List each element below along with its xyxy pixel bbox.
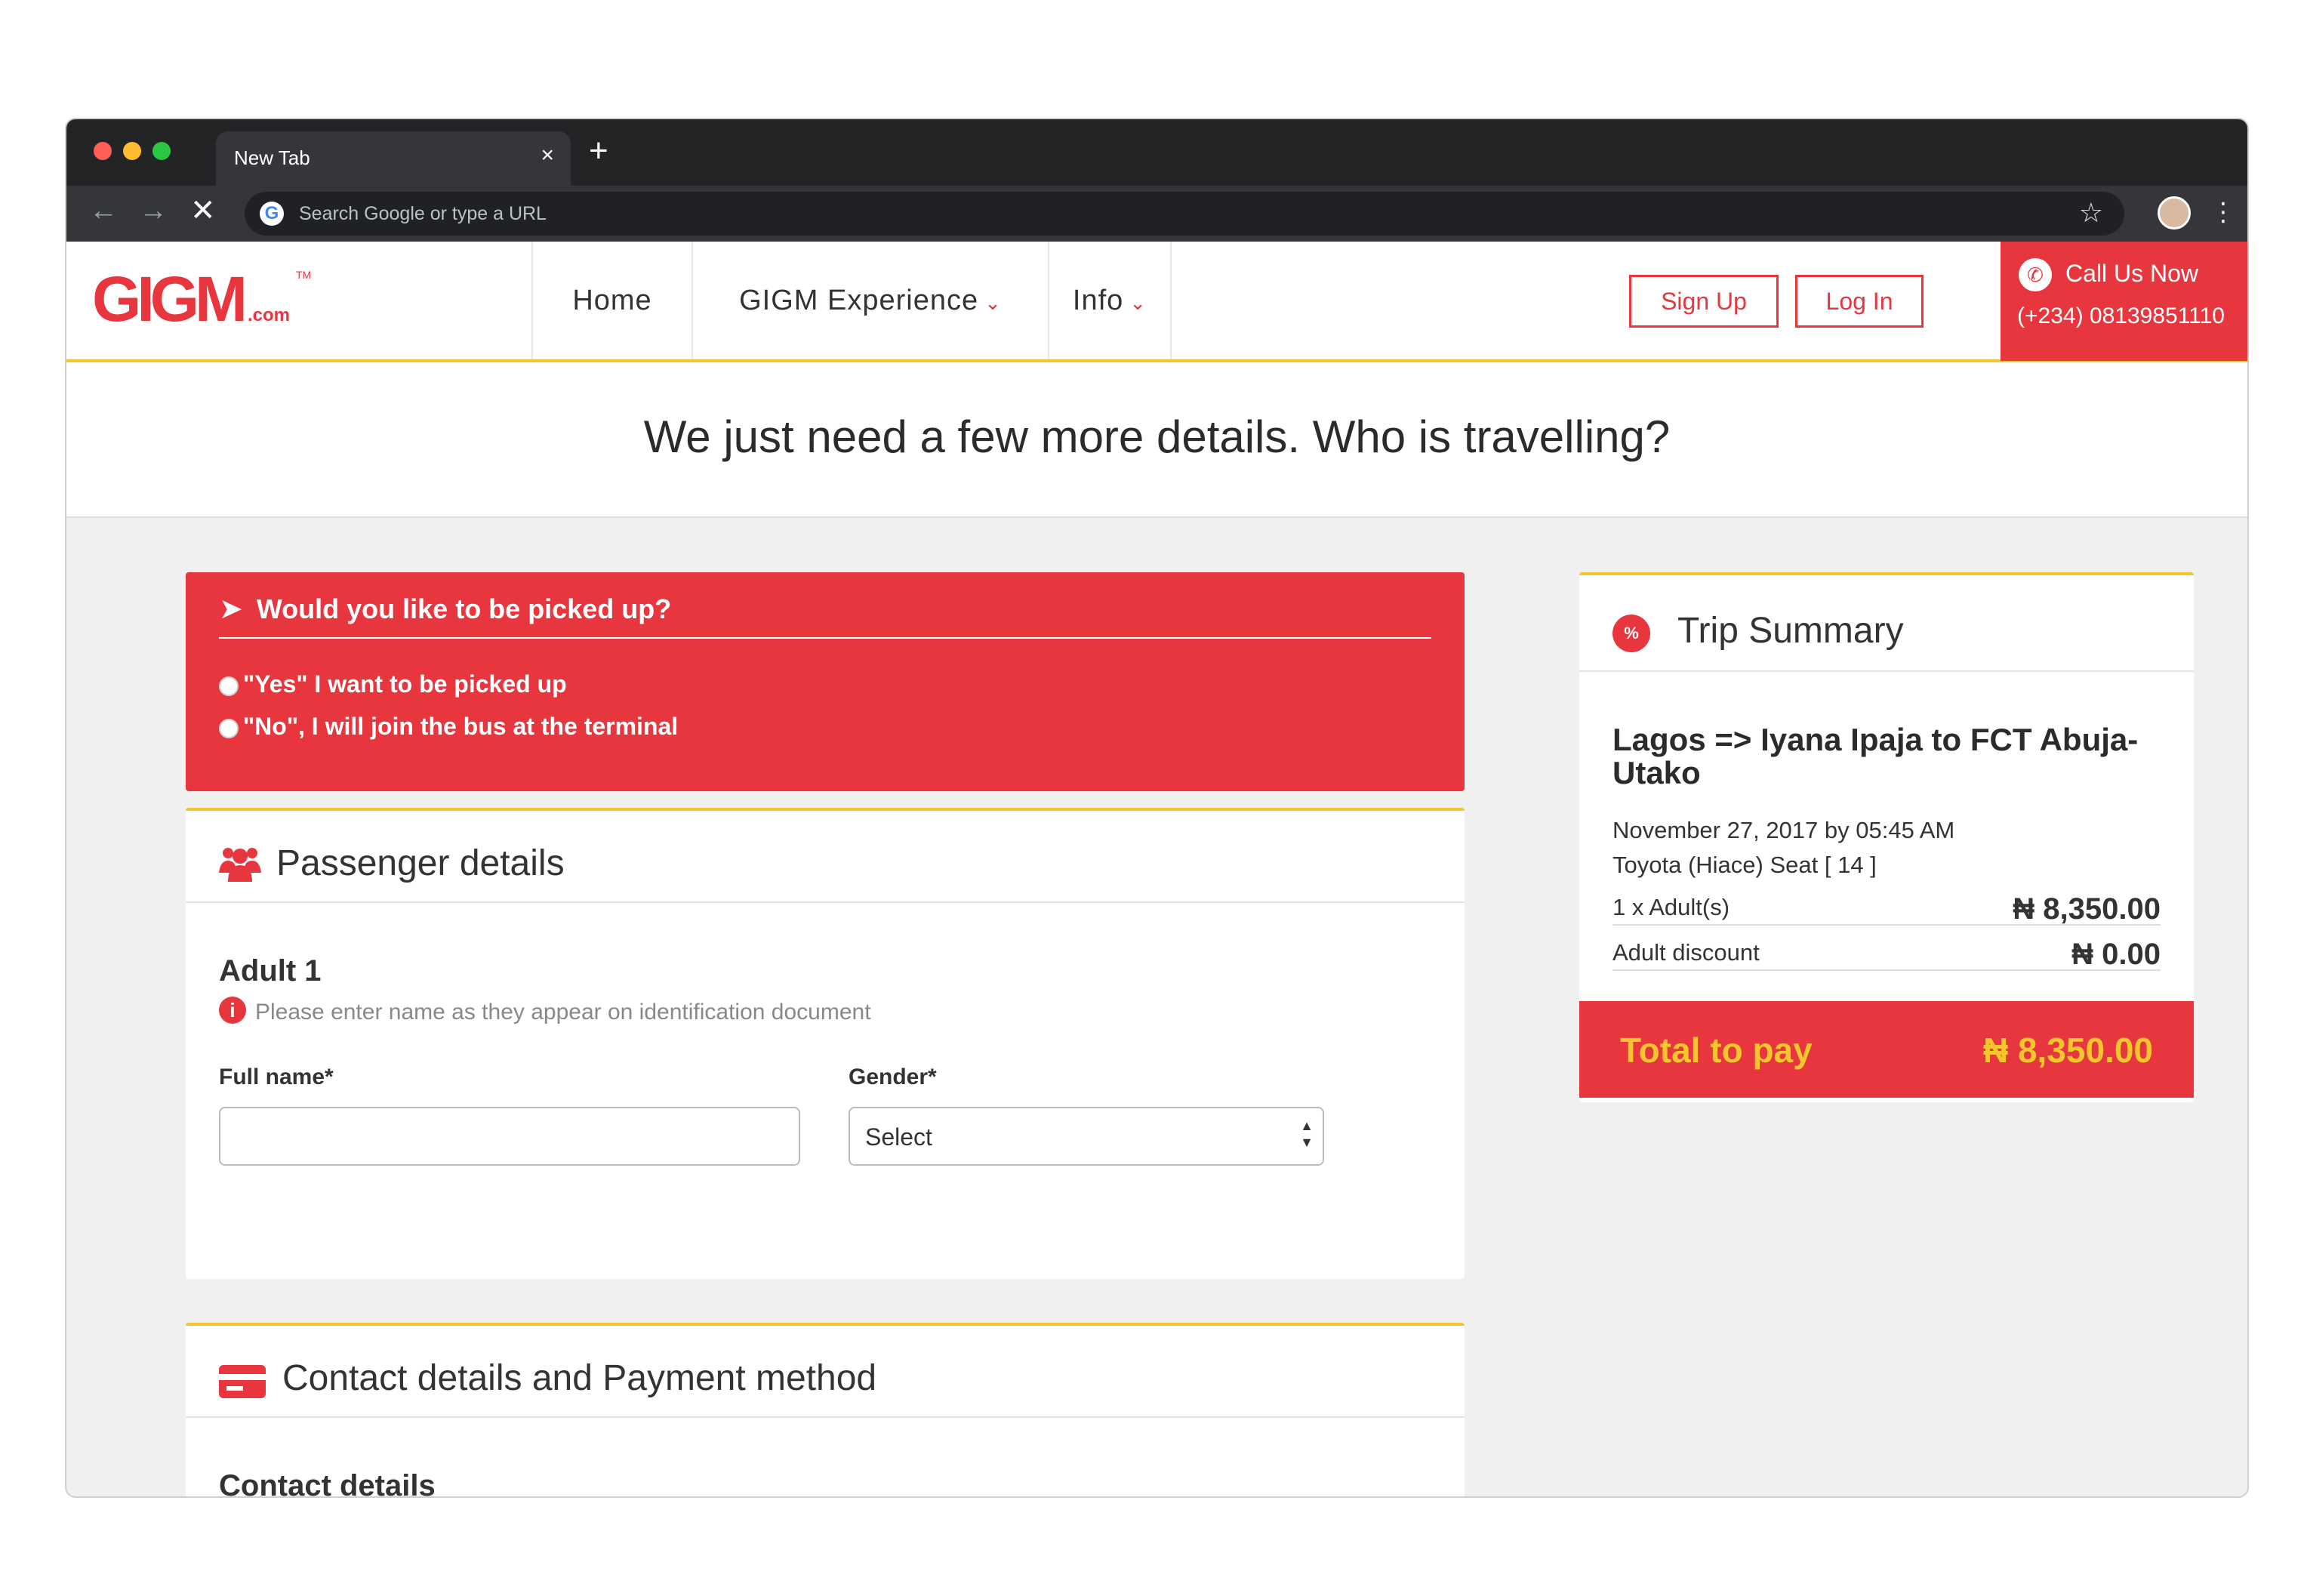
gender-select[interactable]: Select ▲ ▼ [849,1107,1324,1166]
nav-info[interactable]: Info ⌄ [1048,242,1172,359]
stop-loading-icon[interactable]: ✕ [190,193,216,228]
contact-payment-card: Contact details and Payment method Conta… [186,1323,1465,1498]
sign-up-button[interactable]: Sign Up [1629,275,1779,328]
google-icon: G [260,202,284,226]
browser-toolbar: ← → ✕ G Search Google or type a URL ☆ ⋮ [66,186,2247,242]
forward-arrow-icon[interactable]: → [139,193,168,228]
pickup-option-yes[interactable]: "Yes" I want to be picked up [219,670,567,698]
adults-label: 1 x Adult(s) [1612,894,1730,920]
total-value: ₦ 8,350.00 [1982,1031,2153,1070]
pickup-question-text: Would you like to be picked up? [256,593,672,624]
passenger-details-card: Passenger details Adult 1 i Please enter… [186,808,1465,1279]
passenger-details-header: Passenger details [186,811,1465,903]
trip-summary-card: % Trip Summary Lagos => Iyana Ipaja to F… [1579,572,2194,1102]
radio-yes[interactable] [219,676,239,696]
info-icon: i [219,997,246,1024]
contact-details-subtitle: Contact details [219,1469,436,1498]
nav-gigm-experience-label: GIGM Experience [739,285,979,316]
phone-icon: ✆ [2019,258,2052,291]
log-in-button[interactable]: Log In [1795,275,1924,328]
full-name-input[interactable] [219,1107,800,1166]
trip-summary-header: % Trip Summary [1579,575,2194,672]
logo-tld: .com [248,305,291,325]
site-header: GIGM .com TM Home GIGM Experience ⌄ Info ⌄ … [66,242,2247,362]
discount-value: ₦ 0.00 [2071,938,2161,971]
call-us-title: Call Us Now [2065,260,2199,287]
credit-card-icon [219,1365,266,1398]
call-us-box[interactable]: ✆ Call Us Now (+234) 08139851110 [2001,242,2247,361]
browser-tab[interactable]: New Tab × [216,131,571,186]
full-name-label: Full name* [219,1065,334,1089]
pickup-question: ➤ Would you like to be picked up? [219,592,1431,639]
select-arrows-icon: ▲ ▼ [1300,1118,1314,1150]
gender-selected-value: Select [865,1123,932,1151]
minimize-window-button[interactable] [123,142,141,160]
browser-window: New Tab × + ← → ✕ G Search Google or typ… [65,118,2249,1498]
adult-label: Adult 1 [219,954,322,987]
chevron-down-icon: ⌄ [1129,291,1147,314]
passenger-details-title: Passenger details [276,843,565,883]
id-name-note: Please enter name as they appear on iden… [255,1000,871,1024]
profile-avatar-icon[interactable] [2158,196,2191,230]
trip-summary-title: Trip Summary [1677,611,1904,651]
gigm-logo[interactable]: GIGM .com TM [92,263,311,336]
close-window-button[interactable] [94,142,112,160]
bookmark-star-icon[interactable]: ☆ [2079,198,2103,228]
pickup-option-no[interactable]: "No", I will join the bus at the termina… [219,713,678,741]
page-title: We just need a few more details. Who is … [643,411,1671,462]
page-title-strip: We just need a few more details. Who is … [66,362,2247,518]
tab-close-icon[interactable]: × [541,143,554,168]
trip-route: Lagos => Iyana Ipaja to FCT Abuja-Utako [1612,722,2139,790]
total-label: Total to pay [1620,1031,1813,1070]
pickup-option-no-label: "No", I will join the bus at the termina… [243,713,679,740]
contact-payment-title: Contact details and Payment method [282,1358,877,1398]
browser-menu-icon[interactable]: ⋮ [2210,195,2236,230]
total-to-pay-bar: Total to pay ₦ 8,350.00 [1579,1001,2194,1098]
price-row-discount: Adult discount ₦ 0.00 [1612,929,2161,971]
trip-vehicle-seat: Toyota (Hiace) Seat [ 14 ] [1612,852,1877,878]
users-group-icon [219,848,261,882]
back-arrow-icon[interactable]: ← [89,193,118,228]
pickup-card: ➤ Would you like to be picked up? "Yes" I… [186,572,1465,791]
address-bar[interactable]: G Search Google or type a URL ☆ [245,192,2124,236]
nav-home-label: Home [572,285,652,316]
discount-percent-icon: % [1612,615,1650,652]
radio-no[interactable] [219,718,239,738]
logo-text: GIGM [92,263,248,334]
chevron-down-icon: ⌄ [984,291,1002,314]
new-tab-button[interactable]: + [589,134,608,168]
nav-info-label: Info [1072,285,1124,316]
location-arrow-icon: ➤ [219,593,243,625]
price-row-adults: 1 x Adult(s) ₦ 8,350.00 [1612,883,2161,926]
adults-value: ₦ 8,350.00 [2013,892,2161,926]
address-placeholder: Search Google or type a URL [299,203,547,224]
contact-payment-header: Contact details and Payment method [186,1326,1465,1418]
logo-trademark: TM [296,269,312,281]
discount-label: Adult discount [1612,939,1760,966]
pickup-option-yes-label: "Yes" I want to be picked up [243,670,567,698]
nav-home[interactable]: Home [531,242,692,359]
nav-gigm-experience[interactable]: GIGM Experience ⌄ [692,242,1048,359]
call-us-number: (+234) 08139851110 [2017,303,2225,328]
trip-date: November 27, 2017 by 05:45 AM [1612,817,1955,843]
gender-label: Gender* [849,1065,937,1089]
tab-title: New Tab [234,146,310,169]
maximize-window-button[interactable] [152,142,171,160]
tab-bar: New Tab × + [66,119,2247,186]
